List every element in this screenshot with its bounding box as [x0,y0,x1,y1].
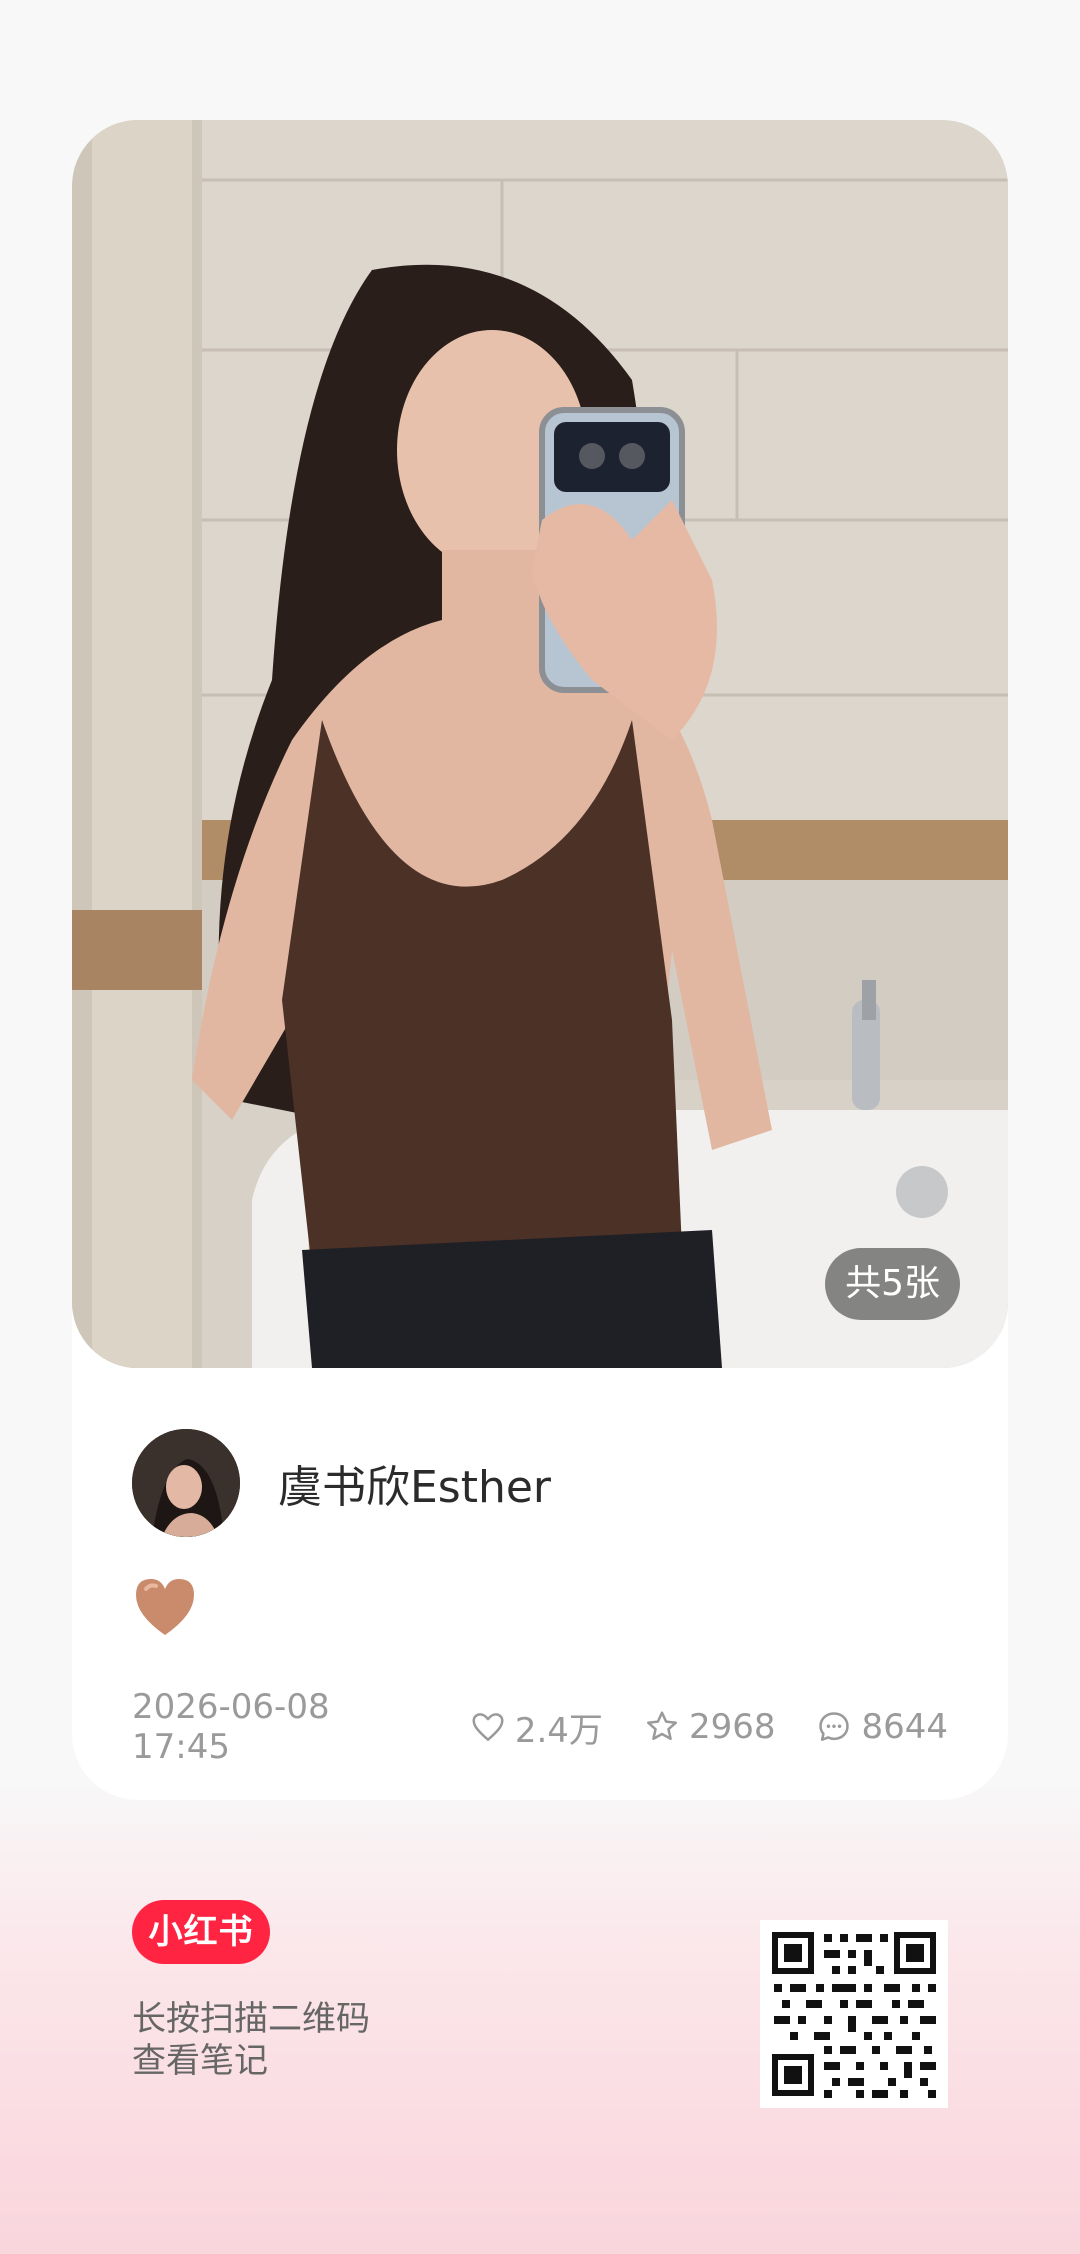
like-count: 2.4万 [514,1710,603,1751]
star-outline-icon [646,1711,677,1740]
brown-heart-emoji [132,1575,198,1641]
post-date: 2026-06-08 17:45 [132,1687,330,1767]
selfie-photo-illustration [72,120,1008,1368]
avatar[interactable] [132,1429,240,1537]
like-stat[interactable]: 2.4万 [469,1703,603,1752]
comment-stat[interactable]: 8644 [815,1707,948,1747]
post-meta-row: 2026-06-08 17:45 2.4万 2968 8644 [132,1687,948,1767]
qr-code-graphic [760,1920,948,2108]
heart-outline-icon [472,1713,504,1741]
author-row[interactable]: 虞书欣Esther [132,1428,551,1538]
scan-line-1: 长按扫描二维码 [132,1999,370,2039]
comment-count: 8644 [861,1707,948,1747]
collect-stat[interactable]: 2968 [643,1707,776,1747]
note-share-card: 共5张 虞书欣Esther 2026-06-08 17:45 2.4万 2968… [72,120,1008,1800]
qr-code-icon[interactable] [760,1920,948,2108]
author-name[interactable]: 虞书欣Esther [278,1451,551,1515]
image-count-badge: 共5张 [825,1248,960,1320]
chat-bubble-icon [819,1712,850,1741]
scan-line-2: 查看笔记 [132,2041,268,2081]
xiaohongshu-logo: 小红书 [132,1900,270,1964]
post-photo[interactable]: 共5张 [72,120,1008,1368]
scan-instruction: 长按扫描二维码 查看笔记 [132,1998,370,2082]
collect-count: 2968 [688,1707,776,1747]
